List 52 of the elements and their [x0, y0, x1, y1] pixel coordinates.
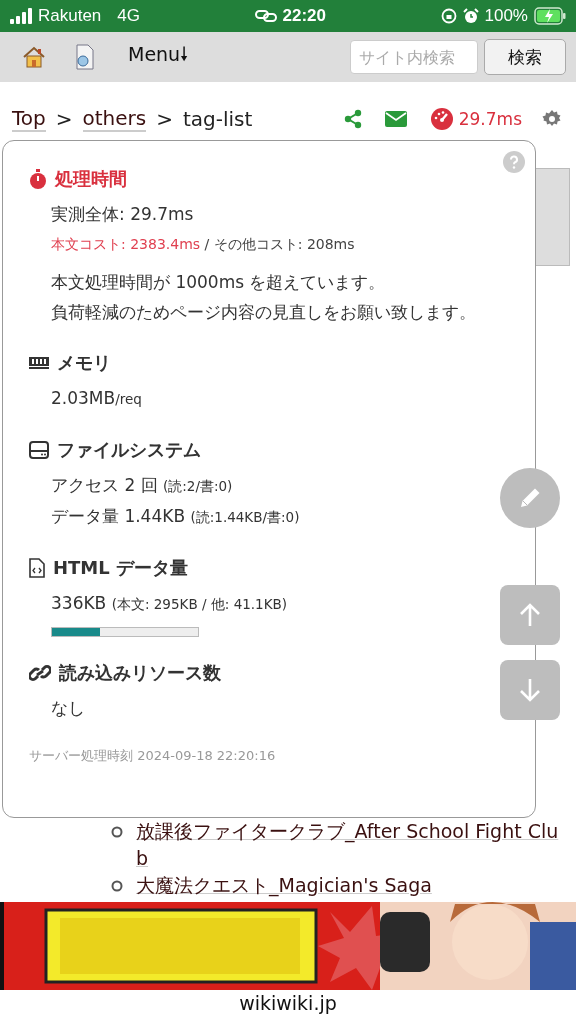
timing-value[interactable]: 29.7ms [458, 109, 522, 129]
rotation-lock-icon [440, 8, 457, 24]
warning-message: 本文処理時間が 1000ms を超えています。 [50, 271, 387, 294]
stat-value: 2.03MB/req [50, 387, 143, 410]
list-link[interactable]: 放課後ファイタークラブ_After School Fight Club [136, 818, 562, 872]
carrier-name: Rakuten [38, 6, 102, 26]
gauge-icon[interactable] [430, 108, 453, 130]
breadcrumb-separator: > [55, 107, 73, 131]
bullet-icon [110, 879, 124, 893]
link-icon [29, 663, 51, 683]
memory-icon [29, 356, 49, 370]
share-icon[interactable] [342, 109, 363, 129]
signal-icon [10, 8, 32, 24]
breadcrumb-link[interactable]: others [82, 106, 147, 132]
stopwatch-icon [29, 169, 47, 189]
domain-label: wikiwiki.jp [238, 992, 338, 1014]
section-title: HTML データ量 [53, 556, 188, 580]
cost-line: 本文コスト: 2383.4ms / その他コスト: 208ms [50, 235, 356, 254]
section-title: 処理時間 [55, 167, 127, 191]
server-time: サーバー処理時刻 2024-09-18 22:20:16 [29, 747, 277, 765]
stat-value: なし [50, 697, 86, 720]
code-file-icon [29, 558, 45, 578]
drive-icon [29, 441, 49, 459]
breadcrumb-separator: > [156, 107, 173, 131]
document-icon[interactable] [74, 44, 96, 70]
measured-total: 実測全体: 29.7ms [50, 203, 195, 226]
warning-message: 負荷軽減のためページ内容の見直しをお願い致します。 [50, 301, 477, 324]
network-type: 4G [117, 6, 140, 26]
stat-value: データ量 1.44KB (読:1.44KB/書:0) [50, 505, 301, 528]
battery-percent: 100% [484, 6, 528, 26]
menu-link[interactable]: Menu🠗 [128, 41, 189, 73]
bullet-icon [110, 825, 124, 839]
stat-value: 336KB (本文: 295KB / 他: 41.1KB) [50, 592, 289, 615]
alarm-icon [462, 8, 479, 24]
home-icon[interactable] [22, 45, 46, 69]
search-button[interactable]: 検索 [484, 39, 566, 75]
list-link[interactable]: 大魔法クエスト_Magician's Saga [136, 872, 432, 899]
breadcrumb-current: tag-list [183, 107, 253, 131]
scroll-up-button[interactable] [500, 585, 560, 645]
clock-time: 22:20 [282, 6, 326, 26]
breadcrumb-link[interactable]: Top [12, 106, 46, 132]
section-title: メモリ [57, 351, 111, 375]
link-icon [254, 9, 277, 23]
section-title: 読み込みリソース数 [59, 661, 221, 685]
arrow-up-icon [519, 603, 541, 627]
stat-value: アクセス 2 回 (読:2/書:0) [50, 474, 234, 497]
search-field[interactable]: サイト内検索 [350, 40, 478, 74]
arrow-down-icon [519, 678, 541, 702]
battery-icon [534, 7, 566, 25]
section-title: ファイルシステム [57, 438, 201, 462]
scroll-down-button[interactable] [500, 660, 560, 720]
mail-icon[interactable] [384, 111, 407, 127]
